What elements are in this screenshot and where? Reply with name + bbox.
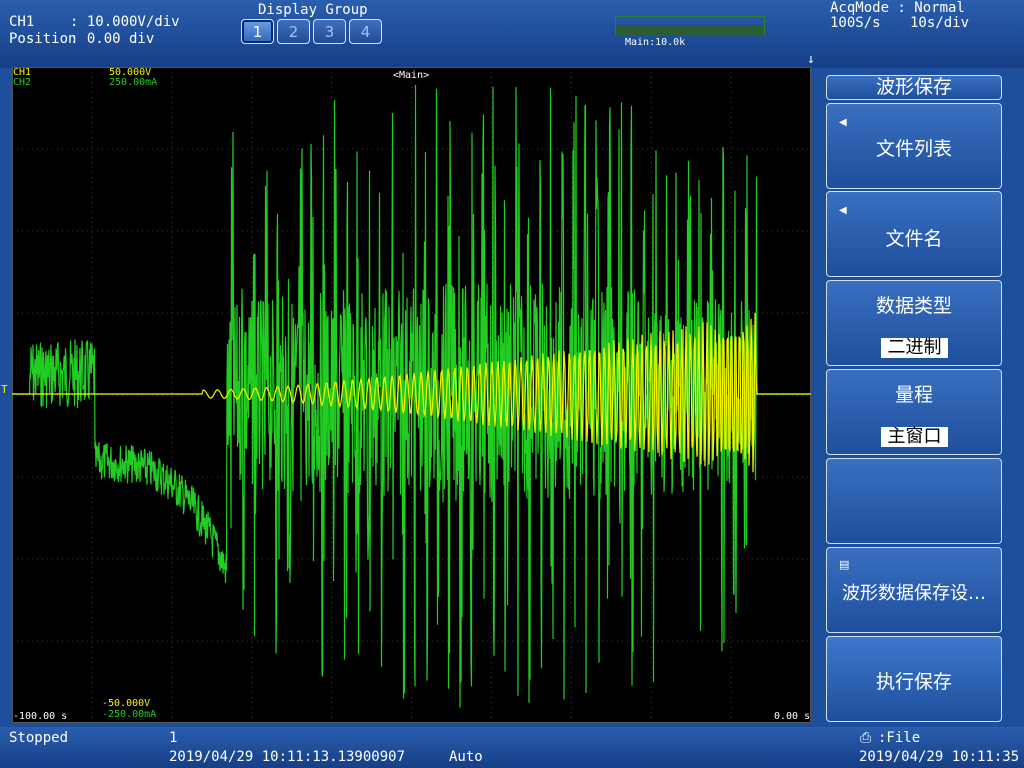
display-group-4-button[interactable]: 4 [349, 19, 382, 44]
ch2-scale-name: CH2 [13, 77, 32, 88]
save-settings-label: 波形数据保存设… [842, 583, 986, 604]
data-type-button[interactable]: 数据类型 二进制 [826, 280, 1002, 366]
window-label: <Main> [393, 70, 430, 81]
waveform-display[interactable]: CH1 CH2 50.000V 250.00mA <Main> -50.000V… [12, 67, 811, 723]
trigger-position-arrow-icon: ↓ [807, 52, 815, 67]
display-group-2-button[interactable]: 2 [277, 19, 310, 44]
volts-per-div: : 10.000V/div [70, 14, 180, 30]
zoom-label: Main:10.0k [625, 37, 686, 48]
execute-save-button[interactable]: 执行保存 [826, 636, 1002, 722]
display-group-title: Display Group [258, 2, 368, 18]
acq-mode: AcqMode : Normal [830, 0, 965, 16]
x-axis-end: 0.00 s [774, 711, 811, 722]
position-value: : 0.00 div [70, 31, 155, 47]
waveform-canvas [12, 67, 811, 723]
execute-save-label: 执行保存 [875, 671, 952, 693]
range-value: 主窗口 [881, 427, 948, 447]
display-group-3-button[interactable]: 3 [313, 19, 346, 44]
save-settings-button[interactable]: ▤ 波形数据保存设… [826, 547, 1002, 633]
ch2-bottom-scale: -250.00mA [102, 709, 157, 720]
range-button[interactable]: 量程 主窗口 [826, 369, 1002, 455]
status-bar: Stopped 1 2019/04/29 10:11:13.13900907 A… [0, 727, 1024, 768]
time-per-div: 10s/div [910, 15, 970, 31]
display-group-1-button[interactable]: 1 [241, 19, 274, 44]
file-list-label: 文件列表 [875, 138, 952, 160]
triangle-left-icon: ◀ [839, 117, 847, 128]
file-name-label: 文件名 [885, 228, 943, 250]
channel-label: CH1 [9, 14, 35, 30]
settings-dialog-icon: ▤ [839, 558, 850, 571]
ch2-top-scale: 250.00mA [109, 77, 158, 88]
menu-title-waveform-save: 波形保存 [826, 75, 1002, 100]
trigger-timestamp: 2019/04/29 10:11:13.13900907 [169, 749, 406, 765]
data-type-label: 数据类型 [875, 295, 952, 317]
data-type-value: 二进制 [881, 338, 948, 358]
empty-menu-slot [826, 458, 1002, 544]
clock: 2019/04/29 10:11:35 [859, 749, 1020, 765]
file-name-button[interactable]: ◀ 文件名 [826, 191, 1002, 277]
top-info-bar: CH1 : 10.000V/div Position : 0.00 div Di… [0, 0, 1024, 68]
record-count: 1 [169, 730, 178, 746]
ch1-bottom-scale: -50.000V [102, 698, 151, 709]
trigger-level-marker-icon: T [1, 383, 8, 396]
range-label: 量程 [894, 384, 933, 406]
save-target: :File [878, 730, 921, 746]
zoom-window-fill [616, 25, 764, 36]
x-axis-start: -100.00 s [13, 711, 68, 722]
printer-icon: ⎙ [860, 730, 872, 746]
position-label: Position [9, 31, 77, 47]
sample-rate: 100S/s [830, 15, 881, 31]
trigger-mode: Auto [449, 749, 483, 765]
triangle-left-icon: ◀ [839, 205, 847, 216]
file-list-button[interactable]: ◀ 文件列表 [826, 103, 1002, 189]
acquisition-state: Stopped [9, 730, 69, 746]
